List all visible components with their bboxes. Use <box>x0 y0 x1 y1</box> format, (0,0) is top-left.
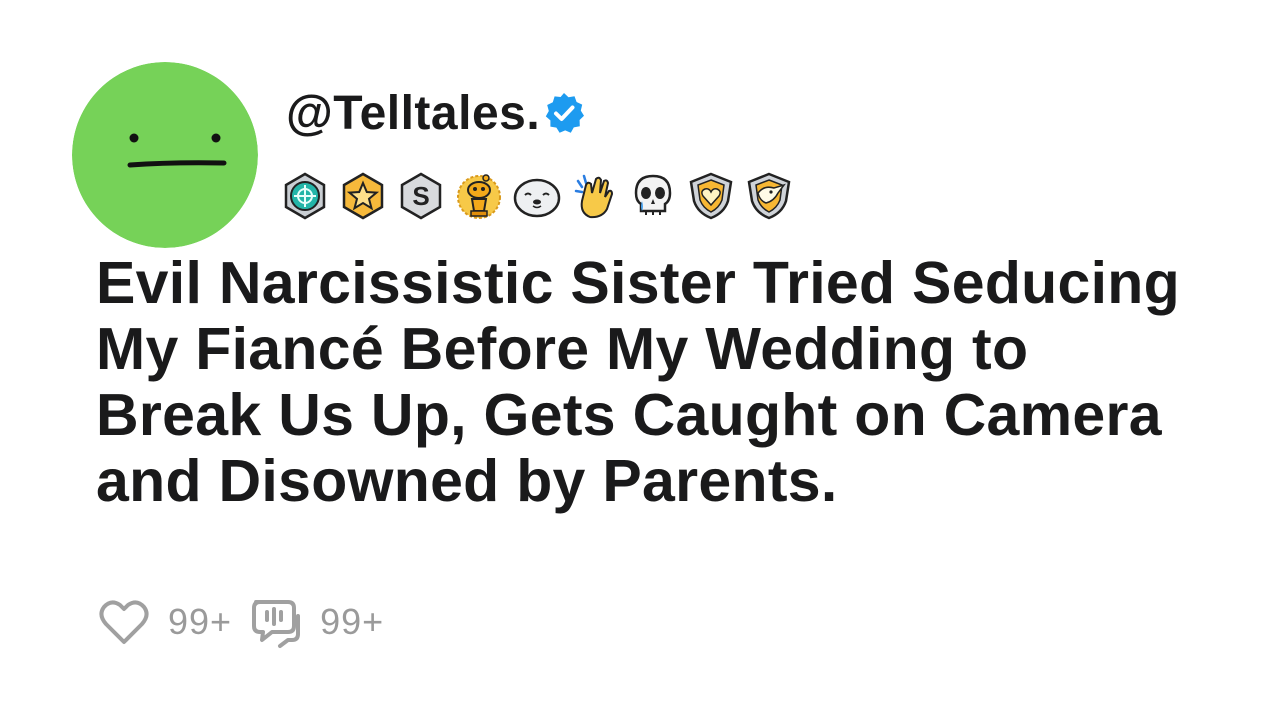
svg-text:S: S <box>412 181 429 211</box>
awards-row: S <box>280 170 802 222</box>
username-row: @Telltales. <box>286 84 586 142</box>
crying-skull-award-icon[interactable] <box>628 171 678 221</box>
helpful-award-icon[interactable] <box>280 171 330 221</box>
comments-count: 99+ <box>320 601 385 642</box>
likes-count: 99+ <box>168 601 233 642</box>
seal-award-icon[interactable] <box>512 171 562 221</box>
post-actions: 99+ 99+ <box>96 594 400 650</box>
post-title[interactable]: Evil Narcissistic Sister Tried Seducing … <box>96 250 1196 514</box>
clapping-hands-award-icon[interactable] <box>570 171 620 221</box>
gold-snoo-award-icon[interactable] <box>454 171 504 221</box>
heart-icon[interactable] <box>96 594 152 650</box>
gold-heart-shield-award-icon[interactable] <box>686 171 736 221</box>
gold-bird-shield-award-icon[interactable] <box>744 171 794 221</box>
star-award-icon[interactable] <box>338 171 388 221</box>
username[interactable]: @Telltales. <box>286 86 540 141</box>
silver-s-award-icon[interactable]: S <box>396 171 446 221</box>
post-card: @Telltales. S Evil Narcissistic Sister T… <box>0 0 1280 720</box>
verified-badge-icon <box>545 93 585 133</box>
neutral-face-icon <box>72 62 258 248</box>
avatar[interactable] <box>72 62 258 248</box>
comment-icon[interactable] <box>248 594 304 650</box>
